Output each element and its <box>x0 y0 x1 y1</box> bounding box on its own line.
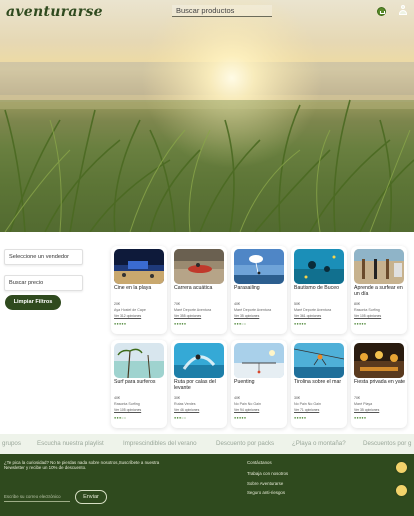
product-price: 40€ <box>234 396 240 400</box>
product-card[interactable]: Fiesta privada en yate 70€ Maré Playa Ve… <box>351 340 407 428</box>
product-price: 80€ <box>354 302 360 306</box>
product-title: Puenting <box>234 379 255 385</box>
product-rating: ●●●○○ <box>174 416 187 420</box>
product-title: Ruta por calas del levante <box>174 379 216 392</box>
promo-marquee: grupos Escucha nuestra playlist Impresci… <box>0 434 414 454</box>
beach-grass-image <box>0 0 414 232</box>
product-card[interactable]: Carrera acuática 70€ Maré Deporte Aventu… <box>171 246 227 334</box>
product-image <box>174 249 224 284</box>
product-vendor: Maré Deporte Aventura <box>174 308 212 312</box>
product-title: Carrera acuática <box>174 285 213 291</box>
product-price: 30€ <box>294 396 300 400</box>
product-vendor: Aya Hostel de Cape <box>114 308 146 312</box>
marquee-item[interactable]: ¿Playa o montaña? <box>292 440 346 447</box>
product-price: 50€ <box>294 302 300 306</box>
product-title: Bautismo de Buceo <box>294 285 339 291</box>
product-image <box>294 249 344 284</box>
product-rating: ●●●●● <box>114 322 127 326</box>
product-opinions-link[interactable]: Ver 355 opiniones <box>174 314 201 318</box>
product-title: Cine en la playa <box>114 285 152 291</box>
product-opinions-link[interactable]: Ver 105 opiniones <box>354 314 381 318</box>
social-icon[interactable] <box>396 462 407 473</box>
newsletter-send-button[interactable]: Enviar <box>75 490 107 504</box>
product-vendor: No Pain No Gain <box>234 402 261 406</box>
product-image <box>114 343 164 378</box>
product-vendor: Maré Deporte Aventura <box>234 308 272 312</box>
product-rating: ●●●●● <box>354 416 367 420</box>
product-image <box>114 249 164 284</box>
product-rating: ●●●●● <box>354 322 367 326</box>
footer-link-contact[interactable]: Contáctanos <box>247 460 272 465</box>
product-price: 40€ <box>234 302 240 306</box>
product-card[interactable]: Aprende a surfear en un día 80€ Rasonta … <box>351 246 407 334</box>
product-vendor: Rutas Verdes <box>174 402 196 406</box>
hero-banner: aventurarse Buscar productos <box>0 0 414 232</box>
product-opinions-link[interactable]: Ver 312 opiniones <box>114 314 141 318</box>
product-card[interactable]: Cine en la playa 20€ Aya Hostel de Cape … <box>111 246 167 334</box>
product-rating: ●●●●● <box>294 416 307 420</box>
product-card[interactable]: Bautismo de Buceo 50€ Maré Deporte Avent… <box>291 246 347 334</box>
product-price: 40€ <box>114 396 120 400</box>
product-vendor: Maré Playa <box>354 402 373 406</box>
product-opinions-link[interactable]: Ver 46 opiniones <box>174 408 199 412</box>
product-image <box>174 343 224 378</box>
product-rating: ●●●●● <box>174 322 187 326</box>
marquee-item[interactable]: Escucha nuestra playlist <box>37 440 104 447</box>
social-icon[interactable] <box>396 485 407 496</box>
vendor-select[interactable]: Seleccione un vendedor <box>4 249 83 265</box>
product-opinions-link[interactable]: Ver 71 opiniones <box>294 408 319 412</box>
product-opinions-link[interactable]: Ver 361 opiniones <box>294 314 321 318</box>
product-rating: ●●●●● <box>234 416 247 420</box>
product-rating: ●●●○○ <box>234 322 247 326</box>
product-image <box>354 249 404 284</box>
marquee-item[interactable]: Imprescindibles del verano <box>123 440 197 447</box>
product-image <box>234 249 284 284</box>
product-card[interactable]: Parasailing 40€ Maré Deporte Aventura Ve… <box>231 246 287 334</box>
footer-link-about[interactable]: Sobre Aventurarse <box>247 481 283 486</box>
product-opinions-link[interactable]: Ver 94 opiniones <box>234 408 259 412</box>
product-vendor: Rasonta Surfing <box>354 308 380 312</box>
product-title: Surf para surferos <box>114 379 156 385</box>
product-rating: ●●●○○ <box>114 416 127 420</box>
product-vendor: Maré Deporte Aventura <box>294 308 332 312</box>
product-card[interactable]: Ruta por calas del levante 30€ Rutas Ver… <box>171 340 227 428</box>
product-image <box>294 343 344 378</box>
product-image <box>234 343 284 378</box>
product-title: Aprende a surfear en un día <box>354 285 403 298</box>
product-opinions-link[interactable]: Ver 35 opiniones <box>354 408 379 412</box>
product-price: 20€ <box>114 302 120 306</box>
product-vendor: Rasonta Surfing <box>114 402 140 406</box>
product-card[interactable]: Tirolina sobre el mar 30€ No Pain No Gai… <box>291 340 347 428</box>
product-title: Tirolina sobre el mar <box>294 379 342 385</box>
newsletter-text: ¿Te pica la curiosidad? No te pierdas na… <box>4 460 160 471</box>
cart-icon[interactable] <box>377 7 386 16</box>
search-input[interactable]: Buscar productos <box>172 5 272 17</box>
product-title: Fiesta privada en yate <box>354 379 406 385</box>
newsletter-email-input[interactable]: Escribe su correo electrónico <box>4 492 70 502</box>
product-card[interactable]: Surf para surferos 40€ Rasonta Surfing V… <box>111 340 167 428</box>
footer: ¿Te pica la curiosidad? No te pierdas na… <box>0 454 414 516</box>
product-card[interactable]: Puenting 40€ No Pain No Gain Ver 94 opin… <box>231 340 287 428</box>
marquee-item[interactable]: Descuento por packs <box>216 440 274 447</box>
product-opinions-link[interactable]: Ver 35 opiniones <box>234 314 259 318</box>
marquee-item[interactable]: Descuentos por g <box>363 440 412 447</box>
site-logo[interactable]: aventurarse <box>6 4 103 20</box>
footer-link-jobs[interactable]: Trabaja con nosotros <box>247 471 288 476</box>
product-image <box>354 343 404 378</box>
product-title: Parasailing <box>234 285 260 291</box>
marquee-item[interactable]: grupos <box>2 440 21 447</box>
user-icon[interactable] <box>398 5 408 16</box>
clear-filters-button[interactable]: Limpiar Filtros <box>5 295 61 310</box>
price-search-input[interactable]: Buscar precio <box>4 275 83 291</box>
product-vendor: No Pain No Gain <box>294 402 321 406</box>
product-price: 30€ <box>174 396 180 400</box>
product-rating: ●●●●● <box>294 322 307 326</box>
product-opinions-link[interactable]: Ver 105 opiniones <box>114 408 141 412</box>
product-price: 70€ <box>174 302 180 306</box>
footer-link-insurance[interactable]: Seguro anti-riesgos <box>247 490 285 495</box>
product-price: 70€ <box>354 396 360 400</box>
top-navigation-bar: aventurarse Buscar productos <box>0 0 414 26</box>
